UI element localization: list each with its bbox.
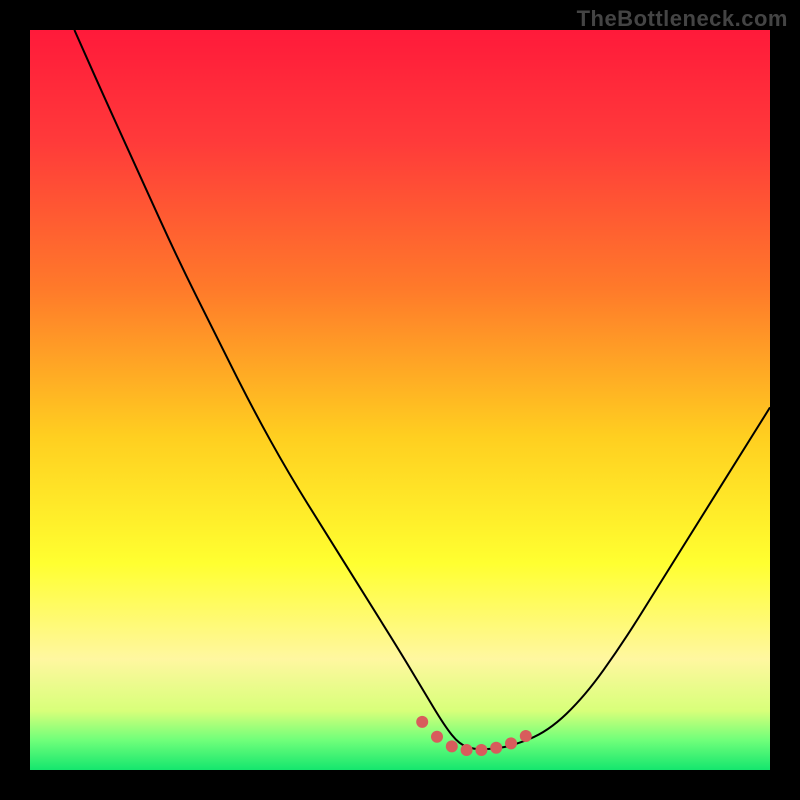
marker-dot xyxy=(416,716,428,728)
marker-dot xyxy=(490,742,502,754)
plot-svg xyxy=(30,30,770,770)
gradient-background xyxy=(30,30,770,770)
marker-dot xyxy=(461,744,473,756)
marker-dot xyxy=(475,744,487,756)
marker-dot xyxy=(431,731,443,743)
watermark-text: TheBottleneck.com xyxy=(577,6,788,32)
marker-dot xyxy=(446,740,458,752)
chart-container: TheBottleneck.com xyxy=(0,0,800,800)
marker-dot xyxy=(520,730,532,742)
plot-area xyxy=(30,30,770,770)
marker-dot xyxy=(505,737,517,749)
